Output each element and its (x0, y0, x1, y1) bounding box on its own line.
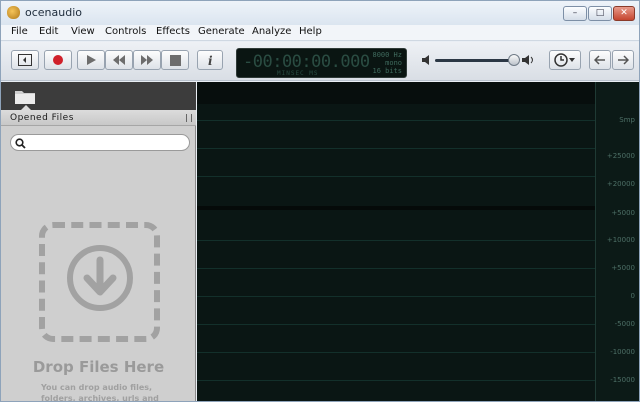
menu-analyze[interactable]: Analyze (252, 26, 291, 37)
info-button[interactable]: i (197, 50, 223, 70)
volume-high-icon (522, 55, 533, 65)
ruler-tick: +25000 (606, 152, 635, 160)
folder-toolbar (1, 82, 196, 110)
panel-toggle-icon (18, 54, 32, 66)
play-icon (87, 55, 96, 65)
resize-grip-icon[interactable] (186, 114, 192, 122)
folder-icon[interactable] (14, 88, 36, 105)
ruler-tick: -5000 (614, 320, 635, 328)
menu-edit[interactable]: Edit (39, 26, 58, 37)
grid-line (197, 296, 595, 297)
grid-line (197, 148, 595, 149)
menu-effects[interactable]: Effects (156, 26, 190, 37)
svg-text:i: i (208, 54, 213, 67)
grid-line (197, 352, 595, 353)
drop-zone[interactable] (39, 222, 160, 342)
app-logo-icon (7, 6, 20, 19)
fast-forward-icon (141, 55, 153, 65)
ruler-tick: +20000 (606, 180, 635, 188)
arrow-right-icon (618, 55, 629, 65)
ruler-tick: +5000 (611, 264, 635, 272)
record-icon (53, 55, 63, 65)
ruler-tick: +10000 (606, 236, 635, 244)
grid-line (197, 268, 595, 269)
grid-line (197, 324, 595, 325)
minimize-button[interactable]: – (563, 6, 587, 21)
timeline-strip (197, 82, 595, 104)
channel-mode: mono (385, 59, 402, 67)
ruler-tick: 0 (630, 292, 635, 300)
time-display: -00:00:00.000 MINSEC MS 8000 Hz mono 16 … (236, 48, 407, 78)
info-icon: i (208, 54, 213, 67)
volume-low-icon (422, 55, 429, 65)
file-search-input[interactable] (10, 134, 190, 151)
search-icon (15, 138, 26, 149)
rewind-icon (113, 55, 125, 65)
menu-file[interactable]: File (11, 26, 28, 37)
redo-button[interactable] (612, 50, 634, 70)
opened-files-label: Opened Files (10, 113, 74, 123)
time-readout: -00:00:00.000 (243, 52, 370, 72)
channel-divider (197, 206, 595, 210)
menu-generate[interactable]: Generate (198, 26, 245, 37)
ruler-tick: -10000 (610, 348, 635, 356)
clock-icon (554, 53, 575, 67)
grid-line (197, 380, 595, 381)
ruler-unit: Smp (619, 116, 635, 124)
amplitude-ruler: Smp +25000 +20000 +5000 +10000 +5000 0 -… (595, 82, 639, 401)
file-browser-panel: Opened Files Drop Files Here You can dro… (1, 82, 196, 402)
ruler-tick: -15000 (610, 376, 635, 384)
download-arrow-icon (67, 245, 133, 311)
volume-slider-handle[interactable] (508, 54, 520, 66)
ruler-tick: +5000 (611, 209, 635, 217)
bit-depth: 16 bits (372, 67, 402, 75)
sample-rate: 8000 Hz (372, 51, 402, 59)
opened-files-header: Opened Files (1, 110, 196, 126)
undo-button[interactable] (589, 50, 611, 70)
drop-zone-title: Drop Files Here (32, 358, 165, 376)
waveform-view[interactable] (197, 82, 595, 401)
title-bar: ocenaudio – □ ✕ (1, 1, 639, 25)
fast-forward-button[interactable] (133, 50, 161, 70)
rewind-button[interactable] (105, 50, 133, 70)
grid-line (197, 240, 595, 241)
stop-icon (169, 54, 181, 66)
menu-view[interactable]: View (71, 26, 95, 37)
drop-zone-hint: You can drop audio files, folders, archi… (41, 383, 159, 402)
menu-help[interactable]: Help (299, 26, 322, 37)
play-button[interactable] (77, 50, 105, 70)
arrow-left-icon (594, 55, 605, 65)
menu-bar: File Edit View Controls Effects Generate… (1, 25, 639, 41)
maximize-button[interactable]: □ (588, 6, 612, 21)
time-units: MINSEC MS (277, 70, 319, 77)
app-window: ocenaudio – □ ✕ File Edit View Controls … (0, 0, 640, 402)
grid-line (197, 120, 595, 121)
record-button[interactable] (44, 50, 72, 70)
close-button[interactable]: ✕ (613, 6, 635, 21)
window-title: ocenaudio (25, 6, 82, 19)
menu-controls[interactable]: Controls (105, 26, 146, 37)
history-dropdown-button[interactable] (549, 50, 581, 70)
stop-button[interactable] (161, 50, 189, 70)
volume-slider[interactable] (435, 59, 517, 62)
transport-toolbar: i -00:00:00.000 MINSEC MS 8000 Hz mono 1… (1, 42, 639, 81)
audio-format-readout: 8000 Hz mono 16 bits (372, 51, 402, 75)
sidebar-toggle-button[interactable] (11, 50, 39, 70)
grid-line (197, 176, 595, 177)
